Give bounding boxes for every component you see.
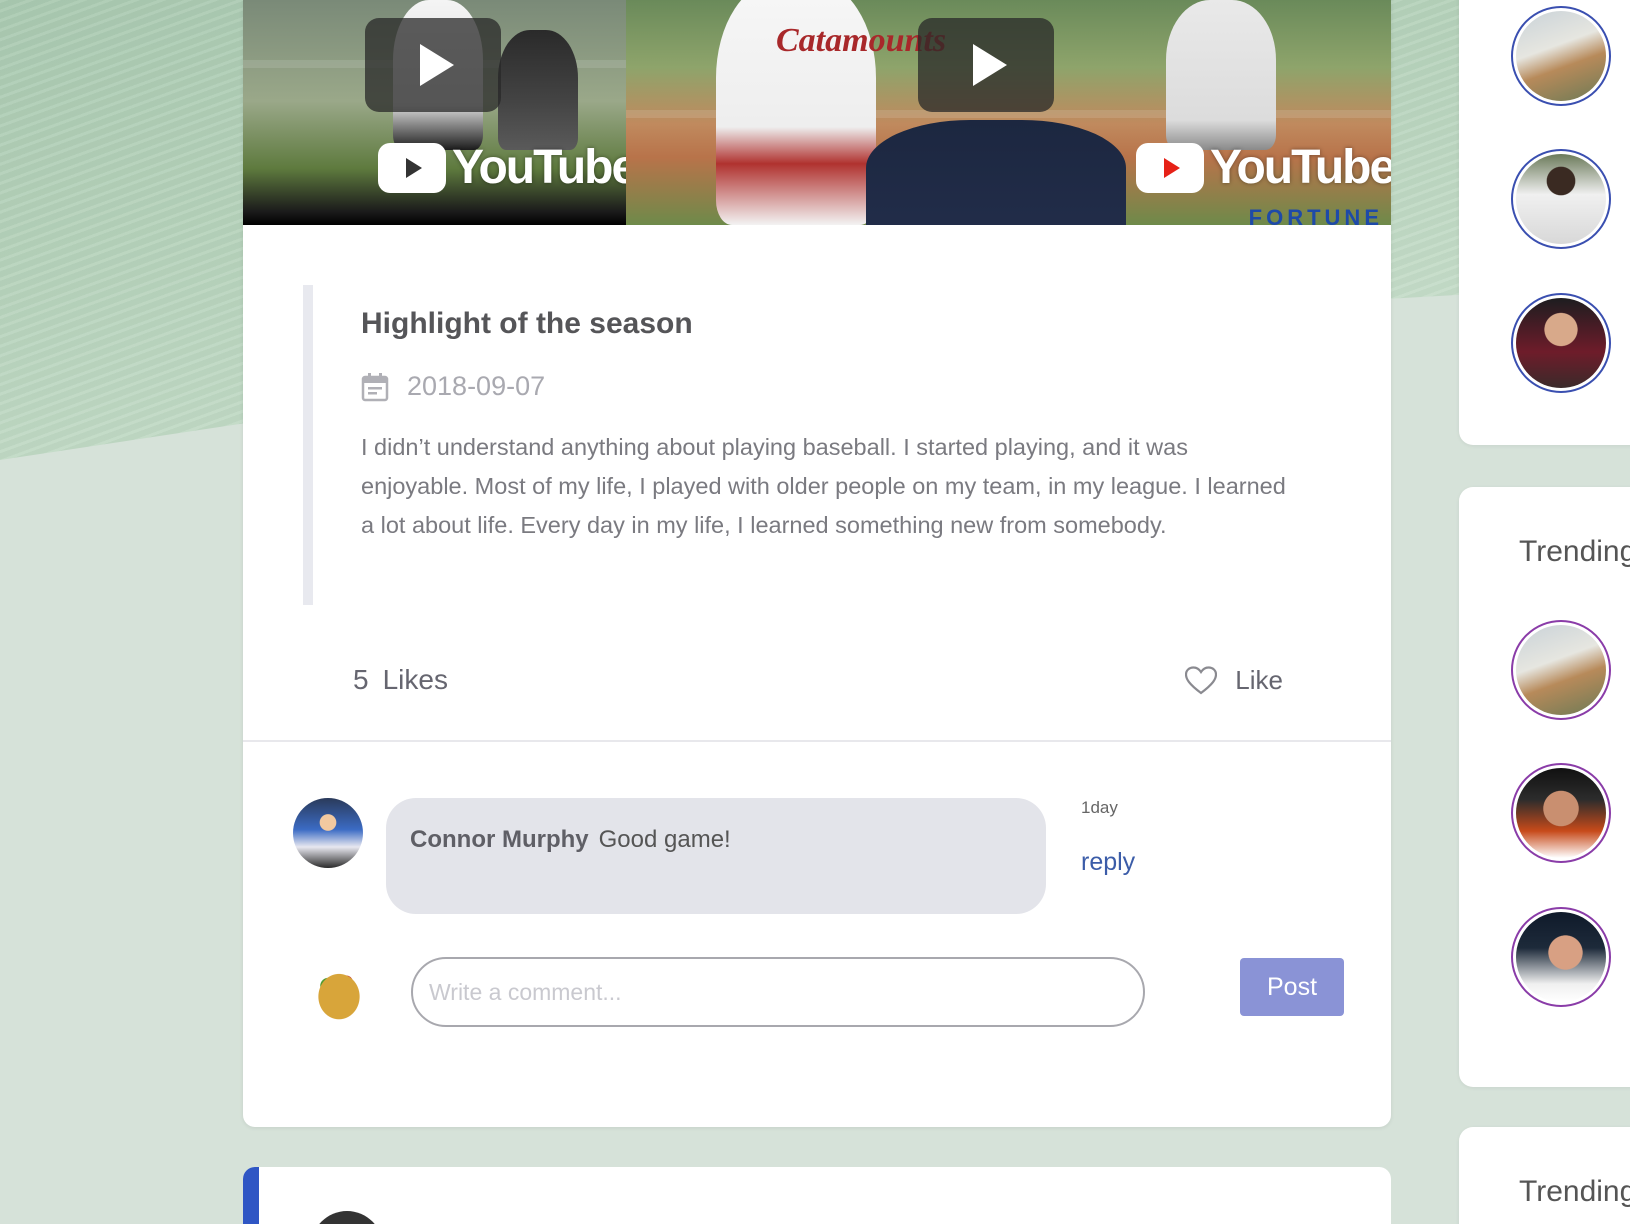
comment-author[interactable]: Connor Murphy	[410, 826, 589, 853]
like-button[interactable]: Like	[1185, 665, 1283, 696]
like-button-label: Like	[1235, 664, 1283, 695]
next-post-avatar[interactable]	[311, 1211, 383, 1224]
likes-row: 5 Likes Like	[353, 660, 1283, 700]
youtube-logo: YouTube	[378, 140, 626, 195]
comment-timestamp: 1day	[1081, 798, 1118, 817]
sidebar-avatar[interactable]	[1511, 293, 1611, 393]
calendar-icon	[361, 372, 389, 401]
post-comment-button[interactable]: Post	[1240, 958, 1344, 1016]
likes-label: Likes	[382, 664, 448, 695]
sidebar-avatar[interactable]	[1511, 149, 1611, 249]
sidebar-card-1	[1459, 0, 1630, 445]
trending-avatar[interactable]	[1511, 763, 1611, 863]
comment-item: Connor Murphy Good game! 1day reply	[293, 798, 1343, 918]
post-date-text: 2018-09-07	[407, 371, 546, 401]
youtube-logo: YouTube	[1136, 140, 1391, 195]
trending-avatar[interactable]	[1511, 620, 1611, 720]
trending-title: Trending	[1519, 535, 1630, 568]
play-icon[interactable]	[365, 18, 501, 112]
comment-input[interactable]	[411, 957, 1145, 1027]
post-media: YouTube Catamounts YouTube FORTUNE	[243, 0, 1391, 225]
post-title: Highlight of the season	[361, 307, 693, 340]
pitcher-figure	[1166, 0, 1276, 150]
trending-card: Trending	[1459, 487, 1630, 1087]
video-embed-1[interactable]: YouTube	[243, 0, 626, 225]
next-post-card	[243, 1167, 1391, 1224]
youtube-play-icon	[378, 142, 446, 193]
trending-avatar[interactable]	[1511, 907, 1611, 1007]
reply-link[interactable]: reply	[1081, 848, 1135, 877]
catcher-figure	[498, 30, 578, 150]
brand-watermark: FORTUNE	[1248, 205, 1383, 225]
likes-count: 5 Likes	[353, 664, 448, 696]
trending-card-2: Trending	[1459, 1127, 1630, 1224]
comment-text: Good game!	[598, 826, 731, 853]
youtube-play-icon	[1136, 142, 1204, 193]
sidebar-avatar[interactable]	[1511, 6, 1611, 106]
post-text: I didn’t understand anything about playi…	[361, 434, 1286, 538]
post-date: 2018-09-07	[361, 371, 1303, 402]
section-divider	[243, 740, 1391, 742]
video-embed-2[interactable]: Catamounts YouTube FORTUNE	[626, 0, 1391, 225]
comment-bubble: Connor Murphy Good game!	[386, 798, 1046, 914]
post-content: Highlight of the season 2018-09-07 I did…	[303, 285, 1303, 605]
heart-outline-icon	[1185, 665, 1218, 694]
commenter-avatar[interactable]	[293, 798, 363, 868]
trending-title: Trending	[1519, 1175, 1630, 1208]
current-user-avatar	[303, 957, 375, 1029]
comment-composer: Post	[303, 955, 1344, 1035]
likes-number: 5	[353, 664, 369, 695]
umpire-figure	[866, 120, 1126, 225]
post-card: YouTube Catamounts YouTube FORTUNE Highl…	[243, 0, 1391, 1127]
play-icon[interactable]	[918, 18, 1054, 112]
